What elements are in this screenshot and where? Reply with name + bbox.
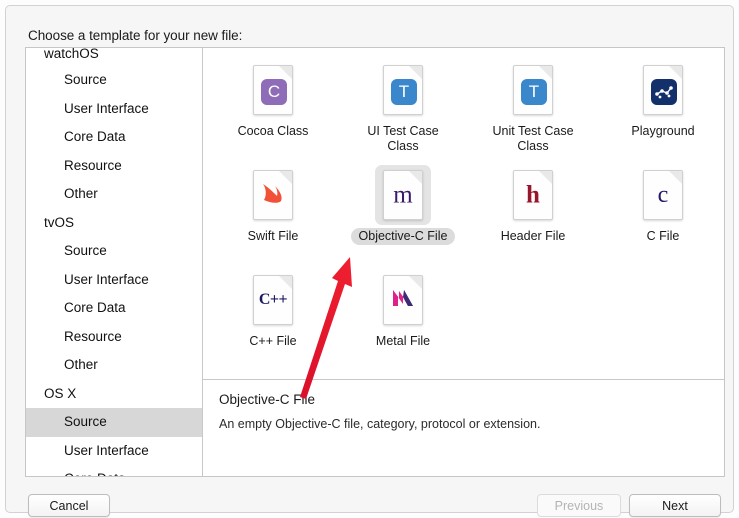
template-item-ui-test-case-class[interactable]: T UI Test Case Class [343, 56, 463, 161]
template-row: C++ C++ File Metal File [203, 266, 724, 371]
objective-c-file-icon: m [375, 165, 431, 225]
sidebar-item-tvos-core-data[interactable]: Core Data [26, 294, 202, 323]
header-file-icon: h [505, 165, 561, 225]
template-item-playground[interactable]: Playground [603, 56, 723, 161]
sidebar-group-os-x[interactable]: OS X [26, 380, 202, 409]
next-button[interactable]: Next [629, 494, 721, 517]
ui-test-case-icon: T [375, 60, 431, 120]
template-item-label: Playground [631, 124, 695, 138]
description-panel: Objective-C File An empty Objective-C fi… [203, 380, 724, 476]
template-item-label: UI Test Case Class [367, 124, 439, 153]
previous-button[interactable]: Previous [537, 494, 621, 517]
sidebar-item-tvos-user-interface[interactable]: User Interface [26, 266, 202, 295]
template-item-objective-c-file[interactable]: m Objective-C File [343, 161, 463, 266]
template-item-c-file[interactable]: C++ C++ File [213, 266, 333, 371]
sidebar-item-watchos-core-data[interactable]: Core Data [26, 123, 202, 152]
template-item-label: Swift File [247, 229, 299, 243]
template-chooser-dialog: Choose a template for your new file: wat… [0, 0, 739, 518]
template-item-label: Objective-C File [350, 228, 456, 245]
template-item-metal-file[interactable]: Metal File [343, 266, 463, 371]
unit-test-case-icon: T [505, 60, 561, 120]
template-pane: C Cocoa Class T UI Test Case Class T Unit Tes… [203, 48, 724, 476]
sidebar-item-tvos-resource[interactable]: Resource [26, 323, 202, 352]
sidebar-item-tvos-source[interactable]: Source [26, 237, 202, 266]
template-item-unit-test-case-class[interactable]: T Unit Test Case Class [473, 56, 593, 161]
cocoa-class-icon: C [245, 60, 301, 120]
template-item-c-file[interactable]: c C File [603, 161, 723, 266]
template-item-label: C++ File [249, 334, 297, 348]
template-item-label: Header File [500, 229, 566, 243]
content-panel: watchOS Source User Interface Core Data Reso… [25, 47, 725, 477]
cpp-file-icon: C++ [245, 270, 301, 330]
sidebar-item-os-x-core-data[interactable]: Core Data [26, 465, 202, 476]
template-item-label: C File [646, 229, 680, 243]
page-title: Choose a template for your new file: [28, 28, 243, 43]
description-title: Objective-C File [219, 392, 316, 407]
description-body: An empty Objective-C file, category, pro… [219, 417, 541, 431]
template-item-label: Metal File [375, 334, 431, 348]
sidebar-item-watchos-other[interactable]: Other [26, 180, 202, 209]
sidebar-group-watchos[interactable]: watchOS [26, 48, 202, 66]
swift-file-icon [245, 165, 301, 225]
template-item-cocoa-class[interactable]: C Cocoa Class [213, 56, 333, 161]
sidebar-item-os-x-source[interactable]: Source [26, 408, 202, 437]
metal-file-icon [375, 270, 431, 330]
playground-icon [635, 60, 691, 120]
template-item-swift-file[interactable]: Swift File [213, 161, 333, 266]
template-item-label: Cocoa Class [237, 124, 309, 138]
dialog-sheet: Choose a template for your new file: wat… [5, 5, 734, 517]
sidebar-item-watchos-source[interactable]: Source [26, 66, 202, 95]
sidebar-item-watchos-user-interface[interactable]: User Interface [26, 95, 202, 124]
cancel-button[interactable]: Cancel [28, 494, 110, 517]
template-grid[interactable]: C Cocoa Class T UI Test Case Class T Unit Tes… [203, 48, 724, 379]
sidebar-item-os-x-user-interface[interactable]: User Interface [26, 437, 202, 466]
c-file-icon: c [635, 165, 691, 225]
template-item-label: Unit Test Case Class [492, 124, 574, 153]
sidebar-group-tvos[interactable]: tvOS [26, 209, 202, 238]
template-item-header-file[interactable]: h Header File [473, 161, 593, 266]
sidebar-item-tvos-other[interactable]: Other [26, 351, 202, 380]
platform-category-sidebar[interactable]: watchOS Source User Interface Core Data Reso… [26, 48, 202, 476]
template-row: Swift File m Objective-C File h Header File c… [203, 161, 724, 266]
template-row: C Cocoa Class T UI Test Case Class T Unit Tes… [203, 56, 724, 161]
sidebar-item-watchos-resource[interactable]: Resource [26, 152, 202, 181]
